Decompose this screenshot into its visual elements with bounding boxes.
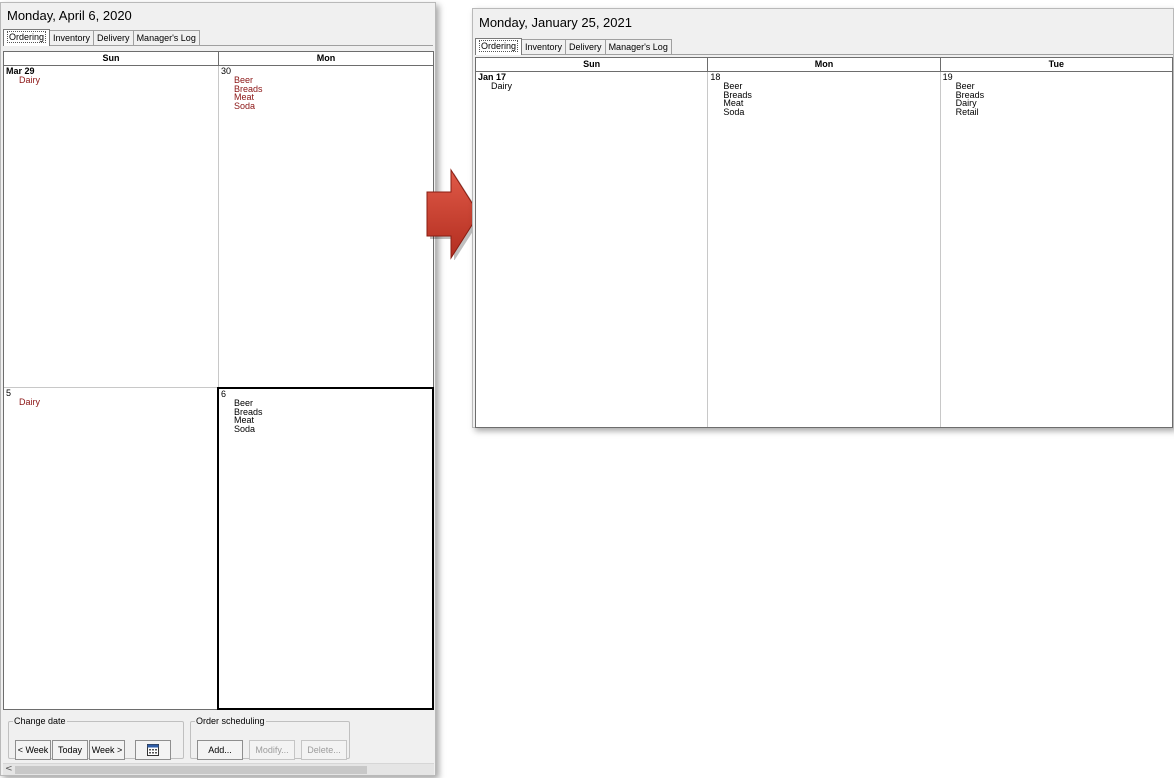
day-cell[interactable]: 5 Dairy	[4, 388, 218, 709]
next-week-button[interactable]: Week >	[89, 740, 125, 760]
tab-strip: Ordering Inventory Delivery Manager's Lo…	[3, 29, 433, 46]
day-header-row: Sun Mon	[4, 52, 433, 66]
window-title: Monday, April 6, 2020	[7, 8, 132, 23]
tab-delivery[interactable]: Delivery	[565, 39, 606, 54]
change-date-group: Change date < Week Today Week >	[8, 716, 184, 760]
left-window: Monday, April 6, 2020 Ordering Inventory…	[0, 2, 436, 776]
calendar-button[interactable]	[135, 740, 171, 760]
tab-managers-log[interactable]: Manager's Log	[132, 30, 200, 45]
bottom-controls: Change date < Week Today Week > Order sc…	[4, 716, 434, 761]
week-row: Jan 17 Dairy 18 Beer Breads Meat Soda 19…	[476, 72, 1172, 427]
scroll-left-arrow-icon[interactable]: <	[5, 764, 13, 775]
order-item[interactable]: Breads	[710, 90, 937, 100]
calendar-grid: Sun Mon Tue Jan 17 Dairy 18 Beer Breads …	[475, 57, 1173, 428]
day-header-mon: Mon	[316, 53, 336, 63]
tab-ordering[interactable]: Ordering	[3, 29, 51, 46]
day-header-sun: Sun	[476, 58, 709, 71]
scroll-thumb[interactable]	[15, 766, 367, 774]
order-item[interactable]: Soda	[221, 424, 430, 434]
order-item[interactable]: Dairy	[6, 76, 216, 85]
day-cell[interactable]: Jan 17 Dairy	[476, 72, 709, 427]
right-window: Monday, January 25, 2021 Ordering Invent…	[472, 8, 1174, 428]
calendar-icon	[147, 744, 159, 756]
window-title: Monday, January 25, 2021	[479, 15, 632, 30]
day-cell[interactable]: 30 Beer Breads Meat Soda	[219, 66, 433, 387]
day-header-mon: Mon	[708, 58, 941, 71]
day-header-sun: Sun	[4, 52, 219, 65]
tab-ordering[interactable]: Ordering	[475, 38, 523, 55]
tab-managers-log[interactable]: Manager's Log	[604, 39, 672, 54]
horizontal-scrollbar[interactable]: <	[3, 763, 434, 775]
tab-delivery[interactable]: Delivery	[93, 30, 134, 45]
order-item[interactable]: Retail	[943, 107, 1170, 117]
tab-inventory[interactable]: Inventory	[521, 39, 567, 54]
order-item[interactable]: Soda	[221, 101, 431, 111]
modify-button[interactable]: Modify...	[249, 740, 295, 760]
selected-day-cell[interactable]: 6 Beer Breads Meat Soda	[217, 387, 434, 710]
day-cell[interactable]: Mar 29 Dairy	[4, 66, 219, 387]
change-date-legend: Change date	[14, 716, 66, 726]
day-header-tue: Tue	[1048, 59, 1064, 69]
calendar-grid: Sun Mon Mar 29 Dairy 30 Beer Breads Meat…	[3, 51, 434, 710]
tab-inventory[interactable]: Inventory	[49, 30, 95, 45]
today-button[interactable]: Today	[52, 740, 88, 760]
week-row: 5 Dairy 6 Beer Breads Meat Soda	[4, 387, 434, 710]
prev-week-button[interactable]: < Week	[15, 740, 51, 760]
week-row: Mar 29 Dairy 30 Beer Breads Meat Soda	[4, 66, 433, 388]
order-item[interactable]: Dairy	[6, 398, 215, 407]
day-cell[interactable]: 18 Beer Breads Meat Soda	[708, 72, 941, 427]
add-button[interactable]: Add...	[197, 740, 243, 760]
date-label: 19	[942, 72, 953, 82]
day-cell[interactable]: 19 Beer Breads Dairy Retail	[941, 72, 1172, 427]
date-label: 18	[710, 72, 721, 82]
order-item[interactable]: Dairy	[478, 82, 705, 91]
tab-strip: Ordering Inventory Delivery Manager's Lo…	[475, 37, 1173, 55]
day-header-row: Sun Mon Tue	[476, 58, 1172, 72]
order-scheduling-legend: Order scheduling	[196, 716, 265, 726]
order-scheduling-group: Order scheduling Add... Modify... Delete…	[190, 716, 350, 760]
delete-button[interactable]: Delete...	[301, 740, 347, 760]
order-item[interactable]: Soda	[710, 107, 937, 117]
order-item[interactable]: Meat	[710, 99, 937, 108]
date-label: Jan 17	[478, 72, 507, 82]
